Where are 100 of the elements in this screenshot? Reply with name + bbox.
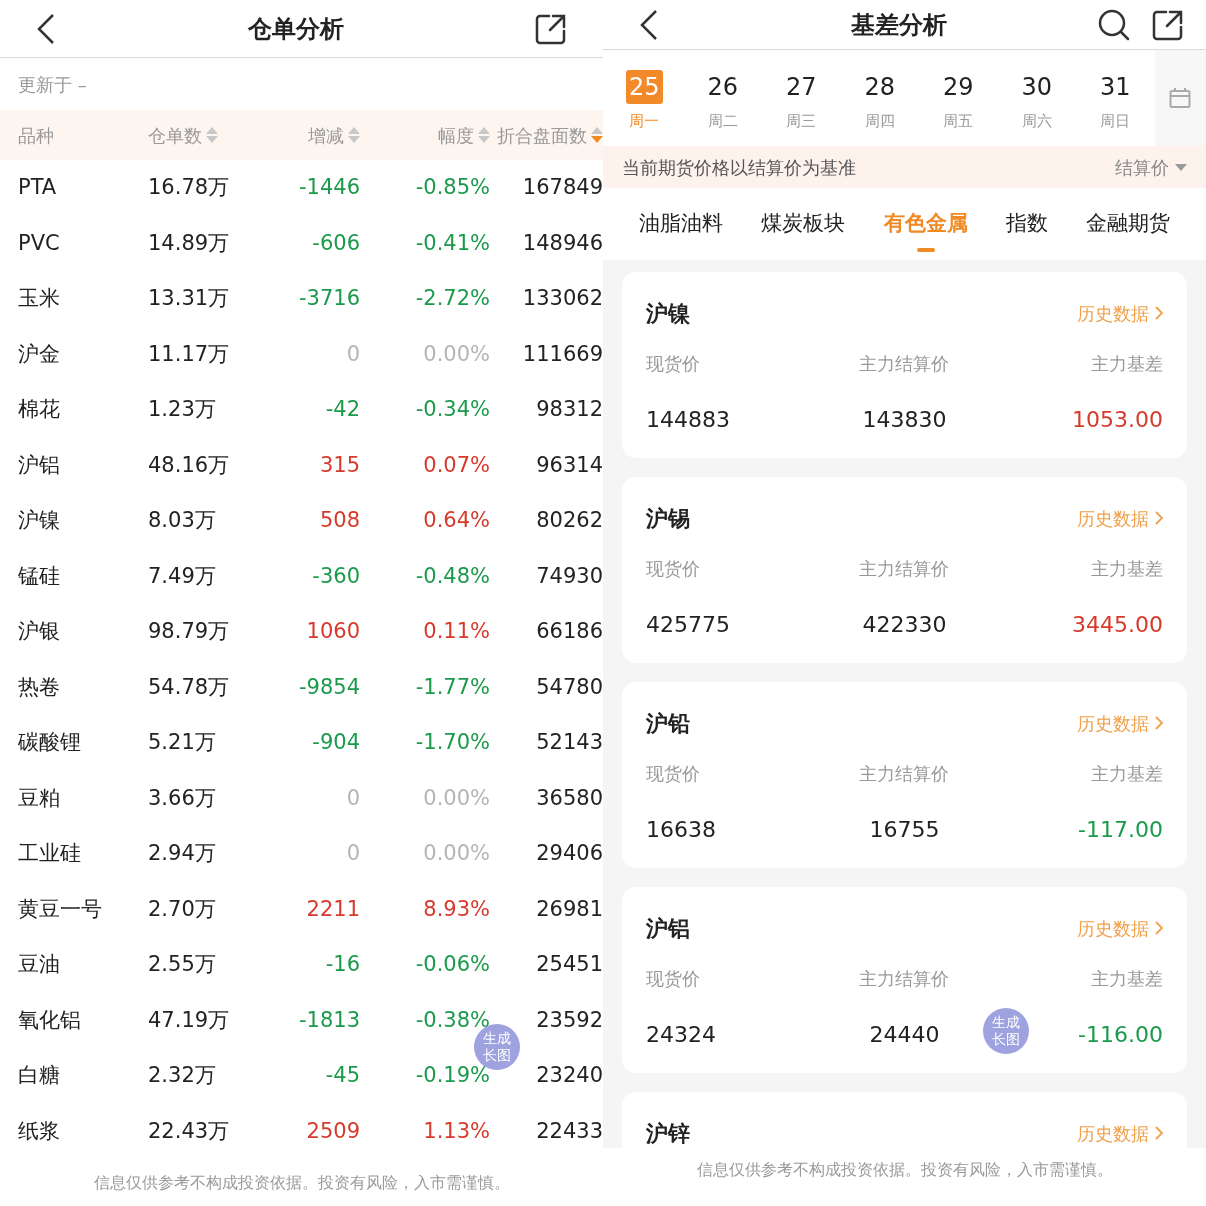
date-tab[interactable]: 31 周日 — [1076, 50, 1155, 146]
basis-value: 3445.00 — [1072, 611, 1163, 639]
category-tab[interactable]: 有色金属 — [883, 208, 968, 240]
receipt-count: 7.49万 — [148, 562, 216, 590]
chevron-right-icon — [1155, 921, 1163, 935]
history-data-link[interactable]: 历史数据 — [1077, 1119, 1163, 1147]
share-icon[interactable] — [535, 12, 567, 45]
change-percent: -0.06% — [415, 951, 490, 978]
back-icon[interactable] — [36, 12, 56, 45]
history-data-link[interactable]: 历史数据 — [1077, 504, 1163, 532]
equivalent-count: 74930 — [536, 562, 603, 590]
basis-value: 1053.00 — [1072, 406, 1163, 434]
variety-name: 热卷 — [18, 673, 60, 701]
change-value: 1060 — [306, 618, 360, 645]
commodity-name: 沪铅 — [646, 709, 690, 738]
equivalent-count: 80262 — [536, 507, 603, 534]
change-percent: 0.00% — [423, 340, 490, 368]
variety-name: PTA — [18, 174, 57, 201]
commodity-name: 沪锌 — [646, 1119, 690, 1148]
change-value: 2509 — [306, 1117, 360, 1145]
commodity-name: 沪锡 — [646, 504, 690, 533]
equivalent-count: 98312 — [536, 396, 603, 423]
category-tab[interactable]: 油脂油料 — [639, 208, 723, 240]
variety-name: 玉米 — [18, 285, 60, 312]
date-tab[interactable]: 28 周四 — [840, 50, 919, 146]
settlement-price: 16755 — [869, 816, 940, 844]
variety-name: 豆油 — [18, 951, 60, 978]
variety-name: 锰硅 — [18, 562, 60, 590]
column-header[interactable]: 增减 — [308, 121, 344, 149]
variety-name: 工业硅 — [18, 840, 81, 867]
change-value: -3716 — [298, 285, 360, 312]
column-header[interactable]: 幅度 — [438, 121, 474, 149]
date-tab[interactable]: 27 周三 — [762, 50, 841, 146]
price-dropdown[interactable]: 结算价 — [1115, 153, 1187, 181]
tab-indicator — [916, 247, 935, 252]
search-icon[interactable] — [1098, 8, 1130, 41]
change-value: -360 — [312, 562, 360, 590]
spot-price: 144883 — [646, 406, 730, 434]
field-label: 主力结算价 — [859, 762, 950, 786]
column-header[interactable]: 品种 — [18, 121, 54, 149]
change-percent: -0.85% — [415, 174, 490, 201]
variety-name: 纸浆 — [18, 1117, 60, 1145]
field-label: 现货价 — [646, 557, 700, 581]
change-percent: 0.64% — [423, 507, 490, 534]
date-tab[interactable]: 25 周一 — [605, 50, 684, 146]
change-percent: -0.48% — [415, 562, 490, 590]
field-label: 主力结算价 — [859, 967, 950, 991]
receipt-count: 54.78万 — [148, 673, 230, 701]
back-icon[interactable] — [639, 8, 659, 41]
column-header[interactable]: 仓单数 — [148, 121, 202, 149]
equivalent-count: 167849 — [522, 174, 603, 201]
change-value: -9854 — [298, 673, 360, 701]
receipt-count: 2.55万 — [148, 951, 216, 978]
receipt-count: 2.94万 — [148, 840, 216, 867]
change-value: -904 — [312, 729, 360, 756]
disclaimer-text: 信息仅供参考不构成投资依据。投资有风险，入市需谨慎。 — [93, 1171, 510, 1194]
change-percent: 0.07% — [423, 451, 490, 479]
variety-name: 沪银 — [18, 618, 60, 645]
notice-text: 当前期货价格以结算价为基准 — [622, 155, 856, 180]
field-label: 现货价 — [646, 762, 700, 786]
variety-name: 氧化铝 — [18, 1006, 81, 1034]
change-value: -42 — [325, 396, 360, 423]
equivalent-count: 22433 — [536, 1117, 603, 1145]
category-tab[interactable]: 煤炭板块 — [761, 208, 846, 240]
calendar-icon — [1169, 87, 1192, 109]
history-data-link[interactable]: 历史数据 — [1077, 709, 1163, 737]
field-label: 主力基差 — [1091, 762, 1163, 786]
change-value: -1813 — [298, 1006, 360, 1034]
basis-value: -117.00 — [1078, 816, 1163, 844]
equivalent-count: 25451 — [536, 951, 603, 978]
change-percent: 8.93% — [423, 895, 490, 923]
equivalent-count: 23592 — [536, 1006, 603, 1034]
chevron-right-icon — [1155, 306, 1163, 320]
change-percent: -0.41% — [415, 229, 490, 257]
change-percent: 0.00% — [423, 784, 490, 812]
date-tab[interactable]: 29 周五 — [919, 50, 998, 146]
spot-price: 24324 — [646, 1021, 716, 1049]
change-percent: 1.13% — [423, 1117, 490, 1145]
change-value: -1446 — [298, 174, 360, 201]
share-icon[interactable] — [1152, 8, 1184, 41]
variety-name: PVC — [18, 229, 60, 257]
date-tab[interactable]: 30 周六 — [997, 50, 1076, 146]
equivalent-count: 52143 — [536, 729, 603, 756]
change-value: 508 — [319, 507, 360, 534]
chevron-right-icon — [1155, 1126, 1163, 1140]
settlement-price: 143830 — [862, 406, 947, 434]
variety-name: 沪金 — [18, 340, 60, 368]
change-percent: -2.72% — [415, 285, 490, 312]
page-title: 基差分析 — [849, 9, 948, 41]
receipt-count: 5.21万 — [148, 729, 216, 756]
variety-name: 沪铝 — [18, 451, 60, 479]
change-percent: -1.70% — [415, 729, 490, 756]
change-percent: 0.11% — [423, 618, 490, 645]
history-data-link[interactable]: 历史数据 — [1077, 299, 1163, 327]
history-data-link[interactable]: 历史数据 — [1077, 914, 1163, 942]
category-tab[interactable]: 金融期货 — [1086, 208, 1170, 240]
date-tab[interactable]: 26 周二 — [683, 50, 762, 146]
column-header[interactable]: 折合盘面数 — [497, 121, 587, 149]
category-tab[interactable]: 指数 — [1005, 208, 1048, 240]
change-value: -45 — [325, 1062, 360, 1089]
